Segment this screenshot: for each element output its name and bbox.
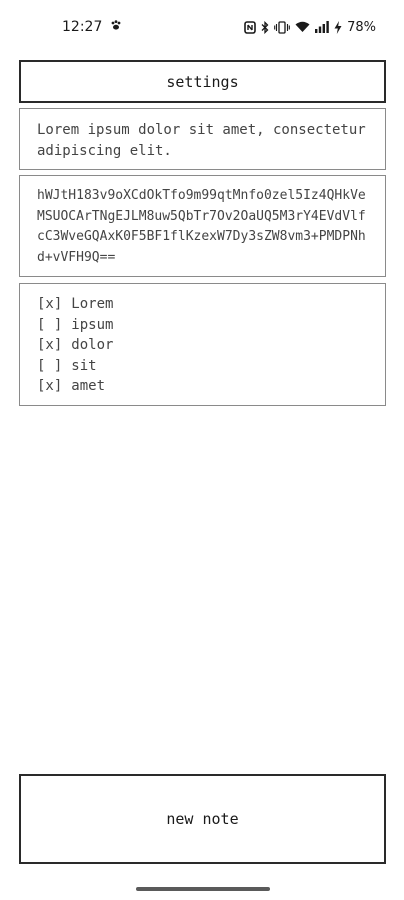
checklist-note[interactable]: [x] Lorem [ ] ipsum [x] dolor [ ] sit [x…	[19, 283, 386, 406]
checklist-label: dolor	[71, 337, 114, 353]
checklist-item[interactable]: [x] Lorem	[37, 294, 368, 315]
hash-note[interactable]: hWJtH183v9oXCdOkTfo9m99qtMnfo0zel5Iz4QHk…	[19, 175, 386, 277]
new-note-label: new note	[166, 810, 239, 828]
checkbox-mark[interactable]: [ ]	[37, 315, 62, 336]
checklist-label: amet	[71, 378, 106, 394]
checklist-item[interactable]: [ ] ipsum	[37, 315, 368, 336]
checkbox-mark[interactable]: [x]	[37, 335, 62, 356]
wifi-icon	[295, 21, 310, 33]
checklist-item[interactable]: [x] amet	[37, 376, 368, 397]
hash-text: hWJtH183v9oXCdOkTfo9m99qtMnfo0zel5Iz4QHk…	[37, 188, 366, 265]
checklist-label: ipsum	[71, 316, 114, 333]
page-title: settings	[19, 60, 386, 103]
new-note-button[interactable]: new note	[19, 774, 386, 864]
description-note[interactable]: Lorem ipsum dolor sit amet, consectetur …	[19, 108, 386, 170]
battery-percent: 78%	[347, 19, 376, 35]
checklist-item[interactable]: [ ] sit	[37, 356, 368, 377]
checkbox-mark[interactable]: [ ]	[37, 356, 62, 377]
checkbox-mark[interactable]: [x]	[37, 294, 62, 315]
nfc-icon	[244, 20, 256, 34]
status-bar: 12:27 78%	[0, 0, 404, 54]
paw-icon	[110, 19, 122, 35]
checklist-item[interactable]: [x] dolor	[37, 335, 368, 356]
signal-icon	[315, 21, 329, 33]
home-indicator[interactable]	[136, 887, 270, 891]
vibrate-icon	[274, 20, 290, 34]
charging-icon	[334, 20, 342, 34]
page-title-label: settings	[166, 72, 239, 91]
description-text: Lorem ipsum dolor sit amet, consectetur …	[37, 122, 366, 159]
checklist-label: Lorem	[71, 296, 114, 312]
checkbox-mark[interactable]: [x]	[37, 376, 62, 397]
status-time: 12:27	[62, 19, 103, 35]
status-left: 12:27	[62, 19, 122, 35]
checklist-label: sit	[71, 357, 97, 374]
bluetooth-icon	[261, 20, 269, 34]
status-right: 78%	[244, 20, 376, 35]
